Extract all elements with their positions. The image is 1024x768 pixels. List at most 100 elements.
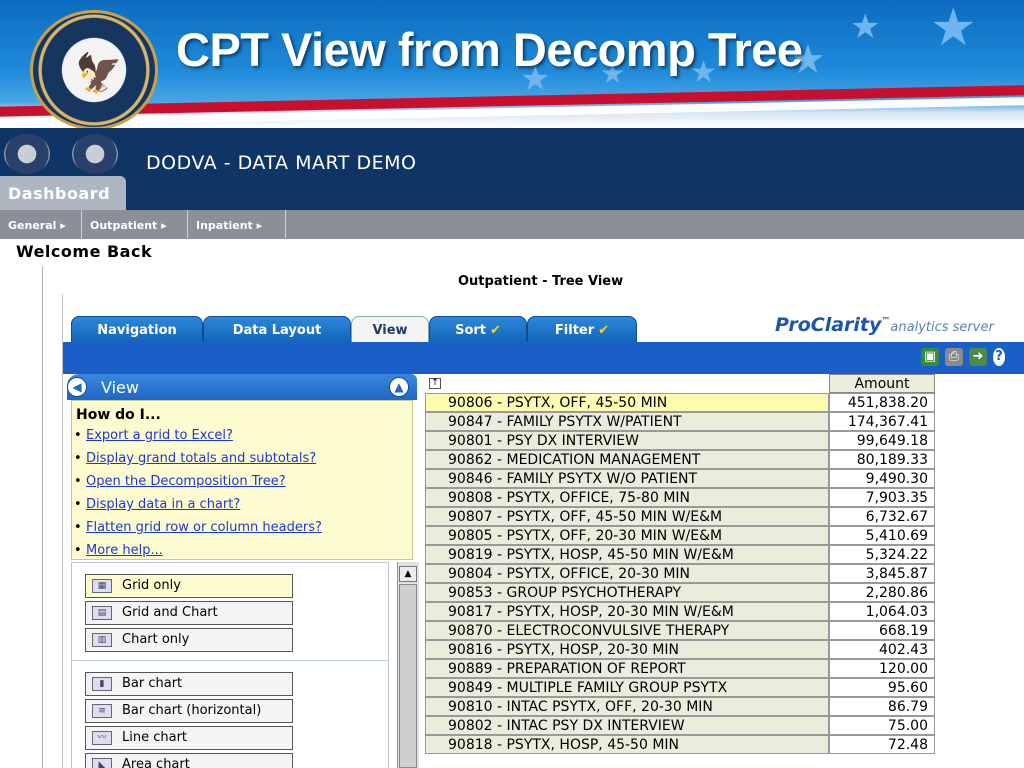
cell-amount[interactable]: 75.00: [829, 716, 935, 735]
cell-amount[interactable]: 402.43: [829, 640, 935, 659]
row-header-cpt[interactable]: 90853 - GROUP PSYCHOTHERAPY: [425, 583, 829, 602]
row-header-cpt[interactable]: 90802 - INTAC PSY DX INTERVIEW: [425, 716, 829, 735]
row-header-cpt[interactable]: 90818 - PSYTX, HOSP, 45-50 MIN: [425, 735, 829, 754]
pivot-icon[interactable]: ↑: [429, 378, 441, 389]
row-header-cpt[interactable]: 90847 - FAMILY PSYTX W/PATIENT: [425, 412, 829, 431]
how-do-i-box: How do I... Export a grid to Excel? Disp…: [71, 400, 413, 560]
cell-amount[interactable]: 3,845.87: [829, 564, 935, 583]
link-grand-totals[interactable]: Display grand totals and subtotals?: [74, 451, 316, 466]
slide: ★ ★ ★ ★ ★ ★ 🦅 CPT View from Decomp Tree …: [0, 0, 1024, 768]
row-header-cpt[interactable]: 90846 - FAMILY PSYTX W/O PATIENT: [425, 469, 829, 488]
cell-amount[interactable]: 9,490.30: [829, 469, 935, 488]
app-name: DODVA - DATA MART DEMO: [146, 152, 417, 174]
row-header-cpt[interactable]: 90806 - PSYTX, OFF, 45-50 MIN: [425, 393, 829, 412]
menu-item-general[interactable]: General ▸: [0, 210, 82, 239]
cell-amount[interactable]: 5,410.69: [829, 526, 935, 545]
link-decomposition-tree[interactable]: Open the Decomposition Tree?: [74, 474, 286, 489]
option-bar-chart-horizontal[interactable]: ≡ Bar chart (horizontal): [85, 699, 293, 723]
options-scrollbar[interactable]: ▲: [397, 562, 419, 768]
cell-amount[interactable]: 668.19: [829, 621, 935, 640]
grid-chart-icon: ▤: [92, 606, 112, 620]
save-icon[interactable]: ▣: [921, 348, 939, 366]
line-chart-icon: 〰: [92, 731, 112, 745]
cell-amount[interactable]: 174,367.41: [829, 412, 935, 431]
row-header-cpt[interactable]: 90805 - PSYTX, OFF, 20-30 MIN W/E&M: [425, 526, 829, 545]
scroll-up-icon[interactable]: ▲: [399, 566, 417, 582]
chart-icon: ▥: [92, 633, 112, 647]
area-chart-icon: ◣: [92, 758, 112, 768]
menu-item-inpatient[interactable]: Inpatient ▸: [188, 210, 286, 239]
cell-amount[interactable]: 80,189.33: [829, 450, 935, 469]
row-header-cpt[interactable]: 90862 - MEDICATION MANAGEMENT: [425, 450, 829, 469]
cell-amount[interactable]: 451,838.20: [829, 393, 935, 412]
row-header-cpt[interactable]: 90819 - PSYTX, HOSP, 45-50 MIN W/E&M: [425, 545, 829, 564]
va-seal-logo: 🦅: [30, 10, 158, 130]
option-area-chart[interactable]: ◣ Area chart: [85, 753, 293, 768]
link-flatten-headers[interactable]: Flatten grid row or column headers?: [74, 520, 322, 535]
option-grid-only[interactable]: ▦ Grid only: [85, 574, 293, 598]
slide-title: CPT View from Decomp Tree: [176, 23, 803, 76]
cell-amount[interactable]: 2,280.86: [829, 583, 935, 602]
row-header-cpt[interactable]: 90810 - INTAC PSYTX, OFF, 20-30 MIN: [425, 697, 829, 716]
data-grid: ↑ Amount 90806 - PSYTX, OFF, 45-50 MIN 45…: [423, 374, 1024, 768]
report-title: Outpatient - Tree View: [458, 274, 624, 289]
help-icon[interactable]: ?: [993, 348, 1005, 366]
view-panel-title: View: [101, 378, 139, 397]
tab-dashboard[interactable]: Dashboard: [0, 176, 126, 210]
collapse-left-icon[interactable]: ◀: [67, 377, 87, 397]
column-header-amount[interactable]: Amount: [829, 374, 935, 393]
cell-amount[interactable]: 7,903.35: [829, 488, 935, 507]
tab-filter[interactable]: Filter ✔: [527, 316, 637, 344]
option-line-chart[interactable]: 〰 Line chart: [85, 726, 293, 750]
row-header-cpt[interactable]: 90804 - PSYTX, OFFICE, 20-30 MIN: [425, 564, 829, 583]
tab-view[interactable]: View: [351, 316, 429, 344]
row-header-cpt[interactable]: 90817 - PSYTX, HOSP, 20-30 MIN W/E&M: [425, 602, 829, 621]
link-display-chart[interactable]: Display data in a chart?: [74, 497, 240, 512]
export-icon[interactable]: ➜: [969, 348, 987, 366]
cell-amount[interactable]: 86.79: [829, 697, 935, 716]
option-bar-chart[interactable]: ▮ Bar chart: [85, 672, 293, 696]
link-more-help[interactable]: More help...: [74, 543, 163, 558]
divider: [71, 660, 389, 661]
tab-bar: Navigation Data Layout View Sort ✔ Filter…: [63, 294, 1024, 344]
print-icon[interactable]: ⎙: [945, 348, 963, 366]
row-header-cpt[interactable]: 90801 - PSY DX INTERVIEW: [425, 431, 829, 450]
cell-amount[interactable]: 1,064.03: [829, 602, 935, 621]
cell-amount[interactable]: 99,649.18: [829, 431, 935, 450]
cell-amount[interactable]: 95.60: [829, 678, 935, 697]
toolbar: ▣ ⎙ ➜ ?: [63, 342, 1024, 374]
cell-amount[interactable]: 5,324.22: [829, 545, 935, 564]
row-header-cpt[interactable]: 90889 - PREPARATION OF REPORT: [425, 659, 829, 678]
row-header-cpt[interactable]: 90849 - MULTIPLE FAMILY GROUP PSYTX: [425, 678, 829, 697]
menu-item-outpatient[interactable]: Outpatient ▸: [82, 210, 188, 239]
option-chart-only[interactable]: ▥ Chart only: [85, 628, 293, 652]
link-export-excel[interactable]: Export a grid to Excel?: [74, 428, 233, 443]
row-header-cpt[interactable]: 90807 - PSYTX, OFF, 45-50 MIN W/E&M: [425, 507, 829, 526]
row-header-cpt[interactable]: 90808 - PSYTX, OFFICE, 75-80 MIN: [425, 488, 829, 507]
bar-chart-icon: ▮: [92, 677, 112, 691]
chevron-up-icon[interactable]: ▲: [389, 377, 409, 397]
star-icon: ★: [850, 7, 881, 47]
tab-sort[interactable]: Sort ✔: [429, 316, 527, 344]
checkmark-icon: ✔: [490, 323, 501, 338]
welcome-text: Welcome Back: [16, 242, 153, 261]
eagle-icon: 🦅: [75, 51, 123, 95]
row-header-cpt[interactable]: 90870 - ELECTROCONVULSIVE THERAPY: [425, 621, 829, 640]
proclarity-logo: ProClarity™analytics server: [775, 314, 994, 336]
tab-data-layout[interactable]: Data Layout: [203, 316, 351, 344]
scrollbar-thumb[interactable]: [399, 584, 417, 768]
star-icon: ★: [930, 0, 977, 58]
proclarity-panel: Navigation Data Layout View Sort ✔ Filter…: [62, 294, 1024, 768]
divider: [42, 266, 43, 768]
checkmark-icon: ✔: [598, 323, 610, 338]
va-logo: [72, 134, 118, 174]
cell-amount[interactable]: 72.48: [829, 735, 935, 754]
menu-bar: General ▸ Outpatient ▸ Inpatient ▸: [0, 210, 1024, 239]
cell-amount[interactable]: 6,732.67: [829, 507, 935, 526]
option-grid-and-chart[interactable]: ▤ Grid and Chart: [85, 601, 293, 625]
horizontal-bar-chart-icon: ≡: [92, 704, 112, 718]
tab-navigation[interactable]: Navigation: [71, 316, 203, 344]
cell-amount[interactable]: 120.00: [829, 659, 935, 678]
row-header-cpt[interactable]: 90816 - PSYTX, HOSP, 20-30 MIN: [425, 640, 829, 659]
how-do-i-title: How do I...: [76, 407, 161, 423]
